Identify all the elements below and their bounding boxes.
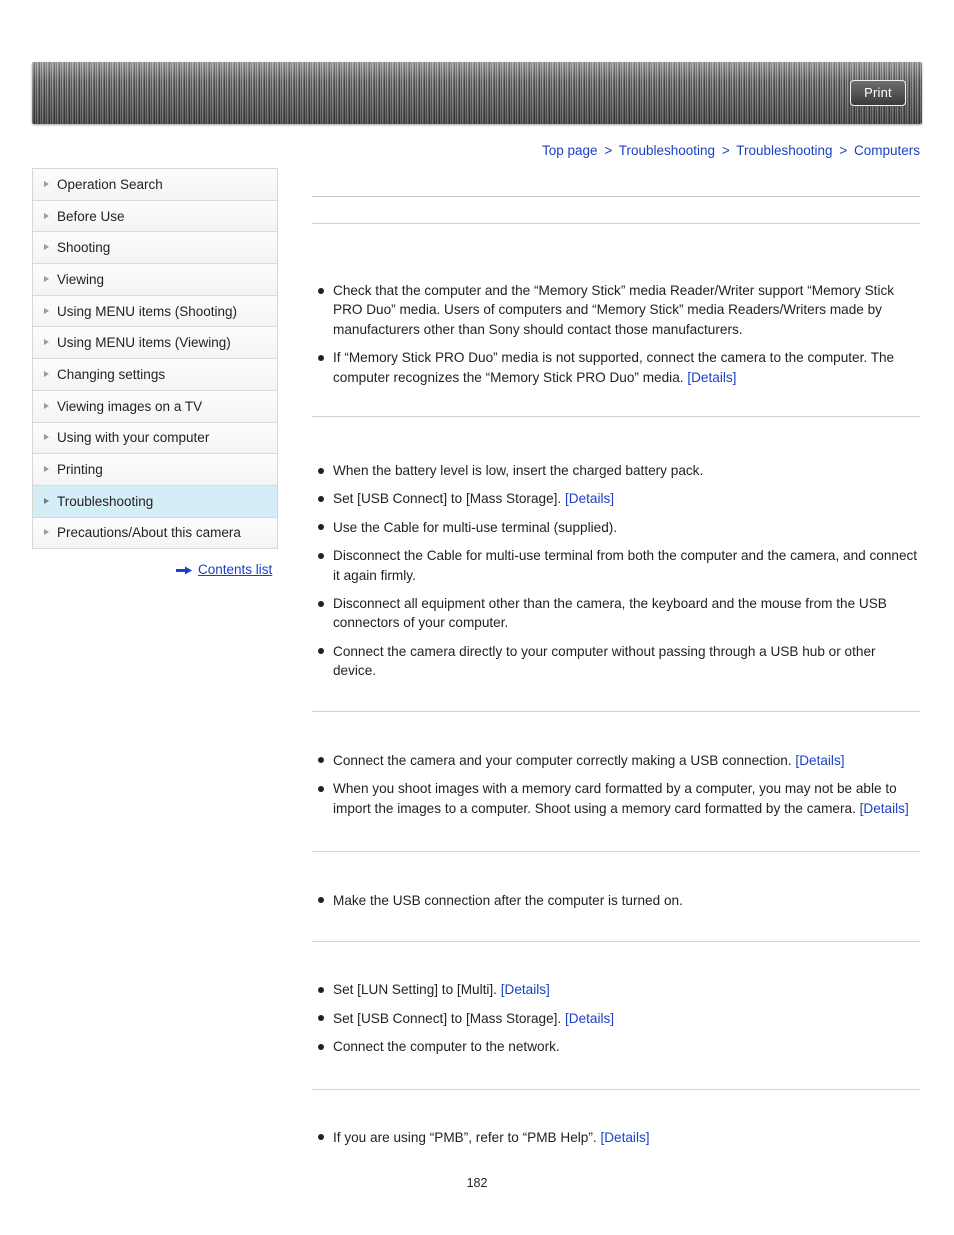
sidebar-item-using-with-your-computer[interactable]: Using with your computer	[33, 422, 277, 455]
list-item: Set [USB Connect] to [Mass Storage]. [De…	[312, 489, 920, 508]
chevron-right-icon	[44, 339, 49, 346]
page-number: 182	[466, 1176, 488, 1190]
list-item: Make the USB connection after the comput…	[312, 891, 920, 910]
list-item: When the battery level is low, insert th…	[312, 461, 920, 480]
list-item: Disconnect all equipment other than the …	[312, 594, 920, 633]
chevron-right-icon	[44, 402, 49, 409]
section-2-bullets: When the battery level is low, insert th…	[312, 461, 920, 681]
arrow-right-icon	[176, 563, 193, 575]
print-button[interactable]: Print	[850, 80, 906, 106]
list-item: Connect the camera directly to your comp…	[312, 642, 920, 681]
contents-list-link[interactable]: Contents list	[176, 562, 272, 577]
sidebar-item-label: Using with your computer	[57, 430, 210, 446]
list-item-text: Disconnect all equipment other than the …	[333, 596, 887, 631]
chevron-right-icon	[44, 370, 49, 377]
sidebar-item-label: Before Use	[57, 208, 125, 224]
section-6-bullets: If you are using “PMB”, refer to “PMB He…	[312, 1128, 920, 1147]
list-item-text: Connect the camera and your computer cor…	[333, 752, 796, 768]
sidebar-item-shooting[interactable]: Shooting	[33, 232, 277, 265]
chevron-right-icon	[44, 244, 49, 251]
section-5-bullets: Set [LUN Setting] to [Multi]. [Details] …	[312, 980, 920, 1056]
breadcrumb: Top page > Troubleshooting > Troubleshoo…	[542, 143, 920, 158]
sidebar-item-changing-settings[interactable]: Changing settings	[33, 359, 277, 391]
chevron-right-icon	[44, 307, 49, 314]
sidebar-item-label: Shooting	[57, 240, 111, 256]
sidebar-item-label: Viewing images on a TV	[57, 398, 203, 414]
details-link[interactable]: [Details]	[860, 801, 909, 816]
list-item-text: When you shoot images with a memory card…	[333, 781, 897, 816]
section-1-bullets: Check that the computer and the “Memory …	[312, 281, 920, 387]
chevron-right-icon	[44, 466, 49, 473]
section-3-bullets: Connect the camera and your computer cor…	[312, 751, 920, 818]
contents-list-label: Contents list	[198, 562, 273, 577]
details-link[interactable]: [Details]	[600, 1130, 649, 1145]
sidebar-item-before-use[interactable]: Before Use	[33, 200, 277, 233]
details-link[interactable]: [Details]	[501, 982, 550, 997]
sidebar: Operation Search Before Use Shooting Vie…	[32, 168, 278, 550]
list-item-text: Disconnect the Cable for multi-use termi…	[333, 548, 918, 583]
list-item: Use the Cable for multi-use terminal (su…	[312, 518, 920, 537]
list-item: Check that the computer and the “Memory …	[312, 281, 920, 339]
sidebar-item-viewing-images-on-a-tv[interactable]: Viewing images on a TV	[33, 390, 277, 423]
list-item: Disconnect the Cable for multi-use termi…	[312, 546, 920, 585]
breadcrumb-separator: >	[604, 143, 613, 158]
sidebar-item-label: Using MENU items (Shooting)	[57, 303, 238, 319]
chevron-right-icon	[44, 497, 49, 504]
list-item: Connect the camera and your computer cor…	[312, 751, 920, 770]
sidebar-item-label: Changing settings	[57, 366, 166, 382]
sidebar-item-using-menu-items-viewing[interactable]: Using MENU items (Viewing)	[33, 327, 277, 360]
chevron-right-icon	[44, 529, 49, 536]
sidebar-item-label: Printing	[57, 462, 103, 478]
sidebar-item-printing[interactable]: Printing	[33, 454, 277, 486]
breadcrumb-item-troubleshooting[interactable]: Troubleshooting	[619, 143, 715, 158]
top-banner-decoration: Print	[32, 62, 922, 124]
list-item-text: Set [USB Connect] to [Mass Storage].	[333, 1010, 565, 1026]
sidebar-item-label: Using MENU items (Viewing)	[57, 335, 231, 351]
sidebar-item-viewing[interactable]: Viewing	[33, 264, 277, 296]
details-link[interactable]: [Details]	[565, 1011, 614, 1026]
sidebar-item-using-menu-items-shooting[interactable]: Using MENU items (Shooting)	[33, 295, 277, 328]
list-item-text: Connect the computer to the network.	[333, 1039, 560, 1055]
chevron-right-icon	[44, 180, 49, 187]
sidebar-item-operation-search[interactable]: Operation Search	[33, 169, 277, 201]
details-link[interactable]: [Details]	[687, 370, 736, 385]
breadcrumb-item-top-page[interactable]: Top page	[542, 143, 598, 158]
list-item-text: Check that the computer and the “Memory …	[333, 283, 895, 337]
chevron-right-icon	[44, 275, 49, 282]
list-item: Set [LUN Setting] to [Multi]. [Details]	[312, 980, 920, 999]
details-link[interactable]: [Details]	[565, 491, 614, 506]
breadcrumb-item-troubleshooting-2[interactable]: Troubleshooting	[736, 143, 832, 158]
chevron-right-icon	[44, 434, 49, 441]
list-item: Connect the computer to the network.	[312, 1037, 920, 1056]
section-4-bullets: Make the USB connection after the comput…	[312, 891, 920, 910]
list-item-text: If you are using “PMB”, refer to “PMB He…	[333, 1129, 601, 1145]
list-item: Set [USB Connect] to [Mass Storage]. [De…	[312, 1009, 920, 1028]
list-item: When you shoot images with a memory card…	[312, 779, 920, 818]
sidebar-item-label: Viewing	[57, 271, 105, 287]
sidebar-item-label: Troubleshooting	[57, 493, 154, 509]
list-item-text: Set [USB Connect] to [Mass Storage].	[333, 491, 565, 507]
list-item-text: When the battery level is low, insert th…	[333, 463, 704, 479]
breadcrumb-separator: >	[721, 143, 730, 158]
list-item-text: If “Memory Stick PRO Duo” media is not s…	[333, 350, 895, 385]
main-content: Check that the computer and the “Memory …	[312, 196, 920, 1147]
sidebar-item-troubleshooting[interactable]: Troubleshooting	[33, 485, 277, 518]
list-item: If you are using “PMB”, refer to “PMB He…	[312, 1128, 920, 1147]
sidebar-item-label: Operation Search	[57, 176, 163, 192]
breadcrumb-separator: >	[839, 143, 848, 158]
breadcrumb-item-computers[interactable]: Computers	[854, 143, 920, 158]
chevron-right-icon	[44, 212, 49, 219]
details-link[interactable]: [Details]	[795, 753, 844, 768]
list-item-text: Set [LUN Setting] to [Multi].	[333, 982, 501, 998]
list-item-text: Connect the camera directly to your comp…	[333, 643, 876, 679]
list-item: If “Memory Stick PRO Duo” media is not s…	[312, 348, 920, 387]
sidebar-item-label: Precautions/About this camera	[57, 525, 241, 541]
list-item-text: Use the Cable for multi-use terminal (su…	[333, 519, 618, 535]
sidebar-item-precautions-about-this-camera[interactable]: Precautions/About this camera	[33, 517, 277, 550]
list-item-text: Make the USB connection after the comput…	[333, 892, 683, 908]
